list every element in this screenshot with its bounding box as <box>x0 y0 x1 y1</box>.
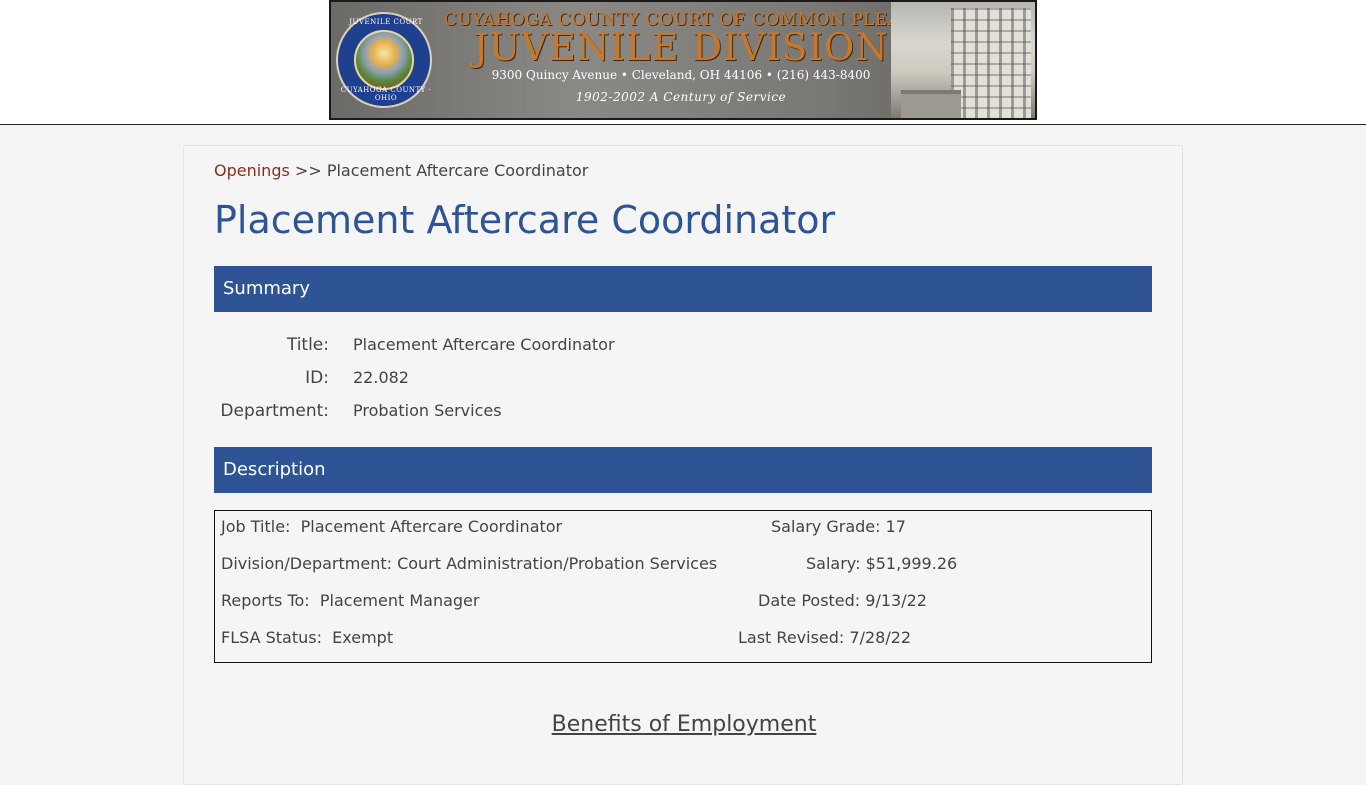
banner-address: 9300 Quincy Avenue • Cleveland, OH 44106… <box>491 68 871 82</box>
banner-tagline: 1902-2002 A Century of Service <box>575 90 787 104</box>
summary-heading: Summary <box>214 266 1152 312</box>
summary-row-department: Department: Probation Services <box>214 401 1114 425</box>
reports-to-text: Reports To: Placement Manager <box>221 591 480 610</box>
courthouse-building-image <box>891 2 1035 118</box>
court-banner[interactable]: JUVENILE COURT CUYAHOGA COUNTY · OHIO CU… <box>329 0 1037 120</box>
salary-text: Salary: $51,999.26 <box>806 554 958 573</box>
division-department-text: Division/Department: Court Administratio… <box>221 554 718 573</box>
court-seal-logo: JUVENILE COURT CUYAHOGA COUNTY · OHIO <box>336 12 432 108</box>
breadcrumb-current: Placement Aftercare Coordinator <box>326 161 589 180</box>
summary-value: 22.082 <box>353 368 409 387</box>
banner-division-name: JUVENILE DIVISION <box>473 26 889 69</box>
page-title: Placement Aftercare Coordinator <box>214 198 836 242</box>
summary-label: Department: <box>220 401 329 421</box>
breadcrumb-separator: >> <box>294 161 322 180</box>
summary-label: ID: <box>305 368 329 388</box>
job-posting-card: Openings >> Placement Aftercare Coordina… <box>183 145 1183 785</box>
seal-emblem-icon <box>354 30 414 90</box>
summary-value: Placement Aftercare Coordinator <box>353 335 615 354</box>
seal-bottom-text: CUYAHOGA COUNTY · OHIO <box>340 86 432 102</box>
description-heading: Description <box>214 447 1152 493</box>
last-revised-text: Last Revised: 7/28/22 <box>738 628 912 647</box>
seal-top-text: JUVENILE COURT <box>349 18 423 26</box>
summary-label: Title: <box>286 335 329 355</box>
job-title-text: Job Title: Placement Aftercare Coordinat… <box>221 517 563 536</box>
summary-row-title: Title: Placement Aftercare Coordinator <box>214 335 1114 359</box>
date-posted-text: Date Posted: 9/13/22 <box>758 591 927 610</box>
summary-row-id: ID: 22.082 <box>214 368 1114 392</box>
summary-value: Probation Services <box>353 401 502 420</box>
benefits-heading: Benefits of Employment <box>551 712 817 737</box>
header-bar: JUVENILE COURT CUYAHOGA COUNTY · OHIO CU… <box>0 0 1366 125</box>
breadcrumb-openings-link[interactable]: Openings <box>214 161 290 180</box>
salary-grade-text: Salary Grade: 17 <box>771 517 906 536</box>
flsa-status-text: FLSA Status: Exempt <box>221 628 394 647</box>
breadcrumb: Openings >> Placement Aftercare Coordina… <box>214 161 588 180</box>
description-table: Job Title: Placement Aftercare Coordinat… <box>214 510 1152 663</box>
